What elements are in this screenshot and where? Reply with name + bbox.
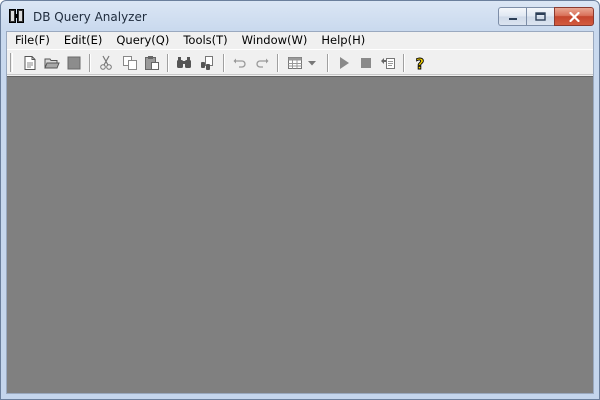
parse-button[interactable] bbox=[379, 54, 397, 72]
stop-icon bbox=[361, 58, 371, 68]
open-folder-icon bbox=[44, 58, 60, 69]
paste-icon bbox=[145, 56, 159, 70]
menu-query[interactable]: Query(Q) bbox=[109, 32, 176, 48]
execute-button[interactable] bbox=[335, 54, 353, 72]
svg-text:?: ? bbox=[416, 55, 425, 71]
execute-icon bbox=[340, 57, 349, 69]
new-query-button[interactable] bbox=[21, 54, 39, 72]
client-area: File(F) Edit(E) Query(Q) Tools(T) Window… bbox=[6, 31, 594, 394]
toolbar-separator bbox=[403, 54, 405, 72]
undo-icon bbox=[233, 58, 246, 68]
copy-icon bbox=[123, 56, 137, 70]
cut-icon bbox=[100, 55, 112, 70]
help-button[interactable]: ? bbox=[411, 54, 429, 72]
toolbar-separator bbox=[223, 54, 225, 72]
toolbar-grip[interactable] bbox=[10, 53, 13, 72]
title-bar[interactable]: DB Query Analyzer bbox=[1, 1, 599, 31]
toolbar-separator bbox=[167, 54, 169, 72]
save-icon bbox=[67, 56, 81, 70]
save-button[interactable] bbox=[65, 54, 83, 72]
replace-icon bbox=[201, 56, 213, 70]
maximize-button[interactable] bbox=[526, 7, 554, 26]
close-button[interactable] bbox=[554, 7, 594, 26]
results-mode-button[interactable] bbox=[286, 54, 304, 72]
new-document-icon bbox=[24, 56, 36, 70]
find-icon bbox=[177, 57, 191, 68]
menu-help[interactable]: Help(H) bbox=[314, 32, 372, 48]
menu-window[interactable]: Window(W) bbox=[235, 32, 315, 48]
results-mode-dropdown[interactable] bbox=[306, 54, 318, 72]
cut-button[interactable] bbox=[97, 54, 115, 72]
menu-edit[interactable]: Edit(E) bbox=[57, 32, 110, 48]
toolbar-separator bbox=[327, 54, 329, 72]
replace-button[interactable] bbox=[198, 54, 216, 72]
close-icon bbox=[568, 11, 580, 22]
stop-button[interactable] bbox=[357, 54, 375, 72]
mdi-workspace[interactable] bbox=[7, 76, 593, 393]
paste-button[interactable] bbox=[143, 54, 161, 72]
redo-button[interactable] bbox=[253, 54, 271, 72]
toolbar-separator bbox=[277, 54, 279, 72]
maximize-icon bbox=[535, 12, 546, 21]
toolbar-separator bbox=[89, 54, 91, 72]
menu-bar: File(F) Edit(E) Query(Q) Tools(T) Window… bbox=[7, 32, 593, 48]
undo-button[interactable] bbox=[231, 54, 249, 72]
app-window: DB Query Analyzer File(F) Edit(E) Query(… bbox=[0, 0, 600, 400]
window-title: DB Query Analyzer bbox=[33, 10, 147, 24]
menu-tools[interactable]: Tools(T) bbox=[176, 32, 234, 48]
redo-icon bbox=[256, 58, 269, 68]
app-logo-icon bbox=[9, 9, 24, 23]
minimize-icon bbox=[508, 17, 517, 20]
open-button[interactable] bbox=[43, 54, 61, 72]
copy-button[interactable] bbox=[121, 54, 139, 72]
find-button[interactable] bbox=[175, 54, 193, 72]
toolbar: ? bbox=[7, 49, 593, 75]
results-grid-icon bbox=[288, 57, 302, 69]
parse-icon bbox=[381, 58, 395, 69]
help-icon: ? bbox=[415, 55, 425, 71]
menu-file[interactable]: File(F) bbox=[7, 32, 57, 48]
dropdown-arrow-icon bbox=[308, 61, 316, 66]
minimize-button[interactable] bbox=[498, 7, 526, 26]
caption-buttons bbox=[498, 7, 594, 27]
